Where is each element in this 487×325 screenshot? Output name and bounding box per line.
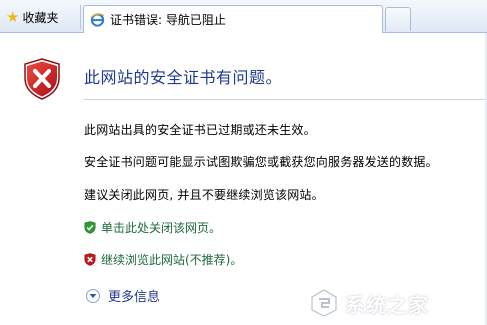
shield-error-small-icon <box>84 253 96 266</box>
continue-to-website-link[interactable]: 继续浏览此网站(不推荐)。 <box>84 251 242 268</box>
close-page-link[interactable]: 单击此处关闭该网页。 <box>84 219 221 236</box>
toolbar-separator <box>80 5 81 29</box>
more-information-label: 更多信息 <box>108 290 161 305</box>
ie-icon <box>90 13 105 27</box>
message-recommendation: 建议关闭此网页, 并且不要继续浏览该网站。 <box>84 188 324 202</box>
continue-to-website-label: 继续浏览此网站(不推荐)。 <box>101 253 243 267</box>
shield-error-icon <box>24 58 60 100</box>
tab-title: 证书错误: 导航已阻止 <box>110 13 226 27</box>
watermark: 系统之家 <box>309 287 479 319</box>
new-tab-button[interactable] <box>385 7 411 31</box>
more-information-toggle[interactable]: 更多信息 <box>86 286 160 305</box>
close-page-label: 单击此处关闭该网页。 <box>101 221 222 235</box>
message-certificate-risk: 安全证书问题可能显示试图欺骗您或截获您向服务器发送的数据。 <box>84 155 438 169</box>
divider <box>84 99 487 100</box>
favorites-label: 收藏夹 <box>22 10 59 25</box>
shield-check-icon <box>84 221 96 234</box>
chevron-down-icon <box>86 288 100 303</box>
watermark-text: 系统之家 <box>345 292 429 317</box>
message-expired-certificate: 此网站出具的安全证书已过期或还未生效。 <box>84 123 316 137</box>
tab-certificate-error[interactable]: 证书错误: 导航已阻止 <box>83 5 383 33</box>
tab-bar: ★ 收藏夹 证书错误: 导航已阻止 <box>0 0 487 33</box>
favorites-button[interactable]: ★ 收藏夹 <box>6 6 58 28</box>
star-icon: ★ <box>6 7 20 26</box>
watermark-logo-icon <box>311 289 337 317</box>
page-title: 此网站的安全证书有问题。 <box>84 68 283 87</box>
